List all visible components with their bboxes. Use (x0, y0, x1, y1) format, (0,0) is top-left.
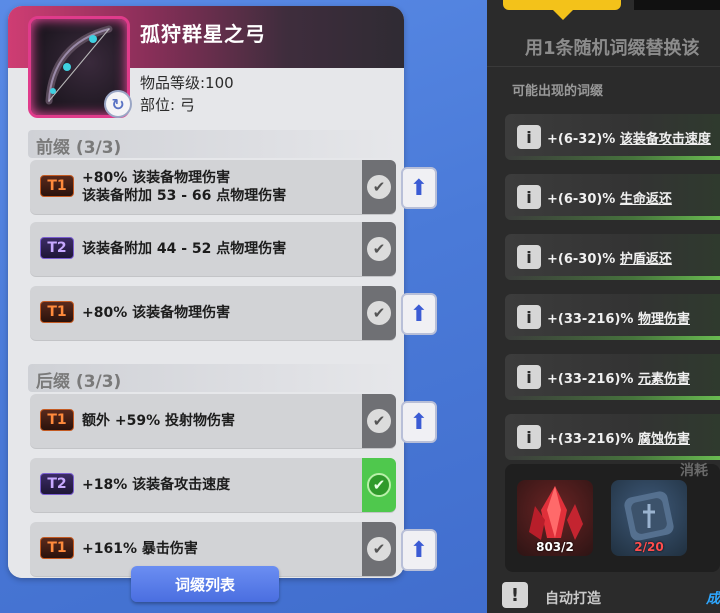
upgrade-arrow-icon[interactable]: ⬆ (401, 529, 437, 571)
prefix-affix-2[interactable]: T2 该装备附加 44 - 52 点物理伤害 ✔ (30, 222, 396, 276)
affix-text: +18% 该装备攻击速度 (82, 477, 231, 493)
pool-affix-text: +(6-32)% 该装备攻击速度 (547, 132, 711, 147)
edge-text: 成 (706, 591, 720, 607)
affix-text: 额外 +59% 投射物伤害 (82, 413, 235, 429)
item-meta: 物品等级:100 部位: 弓 (140, 72, 234, 116)
prefix-affix-1[interactable]: T1 +80% 该装备物理伤害 该装备附加 53 - 66 点物理伤害 ✔ (30, 160, 396, 214)
pool-affix-text: +(6-30)% 生命返还 (547, 192, 672, 207)
panel-title: 用1条随机词缀替换该 (525, 38, 700, 59)
info-icon[interactable]: i (517, 305, 541, 329)
upgrade-arrow-icon[interactable]: ⬆ (401, 167, 437, 209)
suffix-section-title: 后缀 (3/3) (28, 364, 398, 392)
lock-toggle[interactable]: ✔ (362, 286, 396, 340)
auto-craft-label: 自动打造 (545, 591, 601, 607)
affix-text: +80% 该装备物理伤害 该装备附加 53 - 66 点物理伤害 (82, 169, 354, 205)
material-qty: 2/20 (634, 540, 664, 554)
cost-label: 消耗 (680, 463, 708, 479)
tier-badge: T1 (40, 537, 74, 559)
prefix-section-title: 前缀 (3/3) (28, 130, 398, 158)
pool-subtitle: 可能出现的词缀 (512, 84, 604, 99)
affix-text: +161% 暴击伤害 (82, 541, 198, 557)
active-tab[interactable] (503, 0, 621, 10)
tab-notch (553, 10, 573, 20)
info-icon[interactable]: i (517, 185, 541, 209)
item-level: 物品等级:100 (140, 74, 234, 92)
check-icon: ✔ (367, 537, 391, 561)
pool-affix-2[interactable]: i +(6-30)% 生命返还 (505, 174, 720, 220)
pool-affix-text: +(33-216)% 物理伤害 (547, 312, 690, 327)
auto-craft-toggle-icon[interactable]: ! (502, 582, 528, 608)
material-qty: 803/2 (536, 540, 574, 554)
item-name: 孤狩群星之弓 (140, 22, 266, 46)
affix-list-button[interactable]: 词缀列表 (131, 566, 279, 602)
tier-badge: T1 (40, 301, 74, 323)
pool-affix-4[interactable]: i +(33-216)% 物理伤害 (505, 294, 720, 340)
info-icon[interactable]: i (517, 425, 541, 449)
check-icon: ✔ (367, 301, 391, 325)
pool-affix-text: +(6-30)% 护盾返还 (547, 252, 672, 267)
inactive-tab[interactable] (634, 0, 720, 10)
info-icon[interactable]: i (517, 125, 541, 149)
upgrade-arrow-icon[interactable]: ⬆ (401, 401, 437, 443)
pool-affix-text: +(33-216)% 腐蚀伤害 (547, 432, 690, 447)
lock-toggle[interactable]: ✔ (362, 160, 396, 214)
tier-badge: T2 (40, 237, 74, 259)
prefix-affix-3[interactable]: T1 +80% 该装备物理伤害 ✔ (30, 286, 396, 340)
suffix-affix-1[interactable]: T1 额外 +59% 投射物伤害 ✔ (30, 394, 396, 448)
pool-affix-3[interactable]: i +(6-30)% 护盾返还 (505, 234, 720, 280)
pool-affix-1[interactable]: i +(6-32)% 该装备攻击速度 (505, 114, 720, 160)
tier-badge: T1 (40, 175, 74, 197)
upgrade-arrow-icon[interactable]: ⬆ (401, 293, 437, 335)
affix-line-2: 该装备附加 53 - 66 点物理伤害 (82, 188, 287, 204)
lock-toggle-selected[interactable]: ✔ (362, 458, 396, 512)
material-red-crystal[interactable]: 803/2 (517, 480, 593, 556)
check-icon: ✔ (367, 237, 391, 261)
item-card: ↻ 孤狩群星之弓 物品等级:100 部位: 弓 前缀 (3/3) T1 +80%… (8, 6, 404, 578)
info-icon[interactable]: i (517, 365, 541, 389)
material-blue-rune[interactable]: 2/20 (611, 480, 687, 556)
affix-text: 该装备附加 44 - 52 点物理伤害 (82, 241, 287, 257)
pool-affix-6[interactable]: i +(33-216)% 腐蚀伤害 (505, 414, 720, 460)
tier-badge: T2 (40, 473, 74, 495)
pool-affix-text: +(33-216)% 元素伤害 (547, 372, 690, 387)
check-icon: ✔ (367, 409, 391, 433)
lock-toggle[interactable]: ✔ (362, 522, 396, 576)
check-icon: ✔ (367, 473, 391, 497)
check-icon: ✔ (367, 175, 391, 199)
info-icon[interactable]: i (517, 245, 541, 269)
affix-line-1: +80% 该装备物理伤害 (82, 170, 231, 186)
divider (487, 66, 720, 67)
suffix-affix-2[interactable]: T2 +18% 该装备攻击速度 ✔ (30, 458, 396, 512)
item-slot: 部位: 弓 (140, 96, 195, 114)
tier-badge: T1 (40, 409, 74, 431)
lock-toggle[interactable]: ✔ (362, 394, 396, 448)
affix-text: +80% 该装备物理伤害 (82, 305, 231, 321)
lock-toggle[interactable]: ✔ (362, 222, 396, 276)
reroll-icon[interactable]: ↻ (104, 90, 132, 118)
pool-affix-5[interactable]: i +(33-216)% 元素伤害 (505, 354, 720, 400)
